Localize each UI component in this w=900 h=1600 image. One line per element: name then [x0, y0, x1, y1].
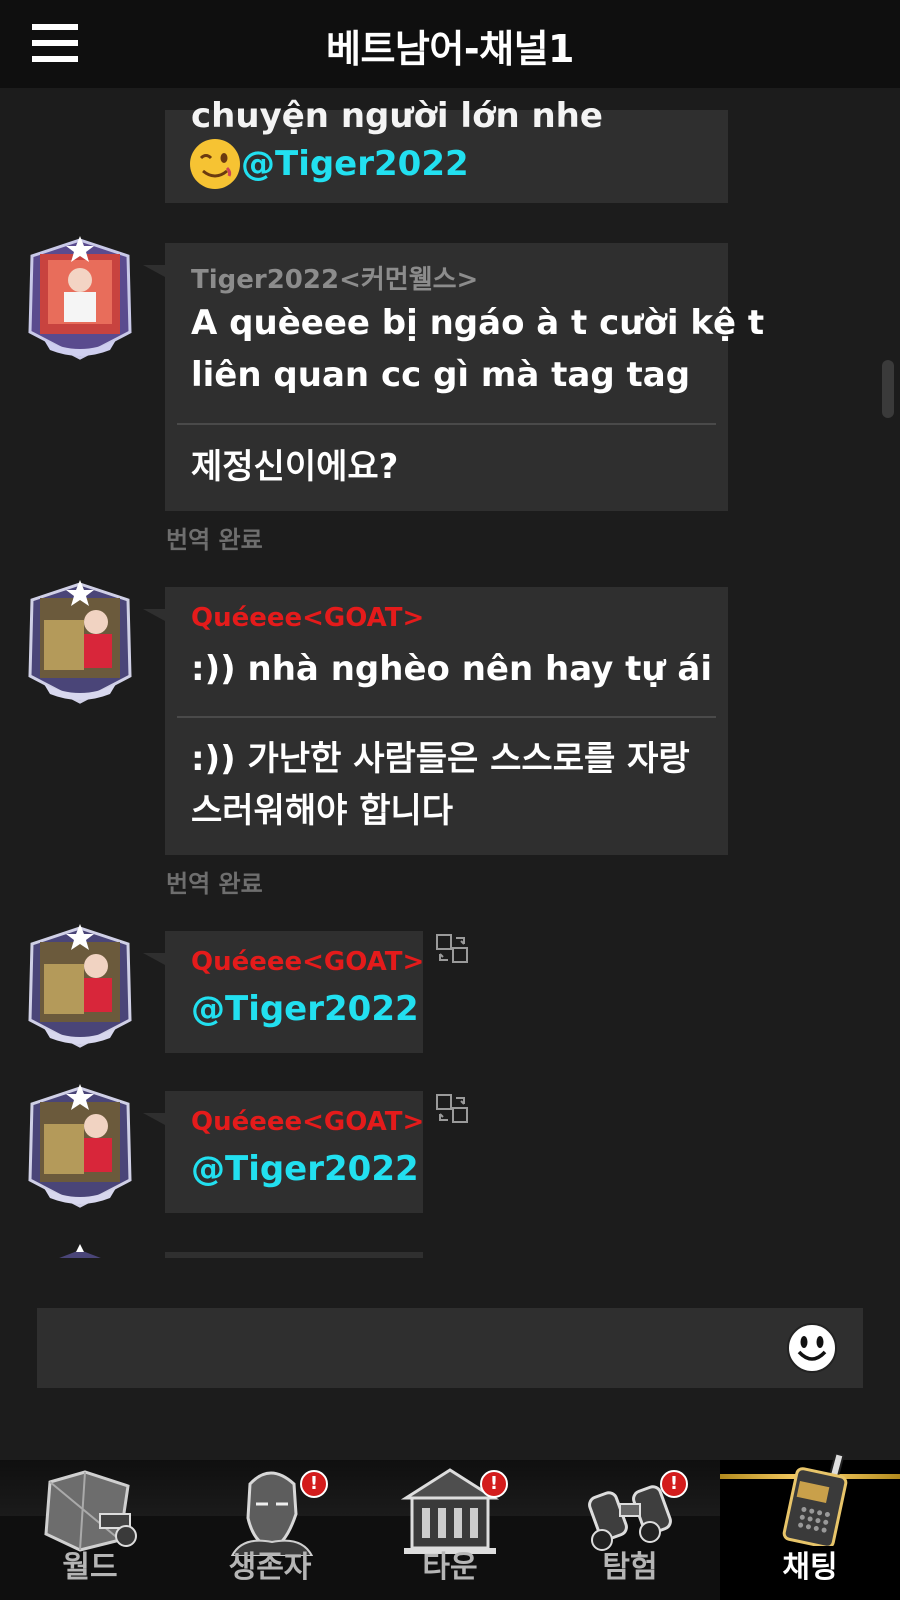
alert-badge: !	[480, 1470, 508, 1498]
sender-name[interactable]: Quéeee<GOAT>	[191, 1107, 424, 1137]
sender-name[interactable]: Quéeee<GOAT>	[191, 603, 424, 633]
translate-icon[interactable]	[436, 934, 468, 964]
translation-divider	[177, 716, 716, 718]
nav-tab-town[interactable]: ! 타운	[360, 1460, 540, 1600]
channel-title: 베트남어-채널1	[326, 27, 574, 71]
translation-status: 번역 완료	[166, 870, 263, 898]
bottom-navigation: 월드 ! 생존자 ! 타운 ! 탐험 채팅	[0, 1454, 900, 1600]
mention-link[interactable]: @Tiger2022	[241, 144, 469, 184]
nav-label: 탐험	[602, 1550, 658, 1585]
alert-badge: !	[300, 1470, 328, 1498]
user-avatar[interactable]	[24, 580, 136, 706]
user-avatar	[59, 1244, 101, 1258]
message-bubble: Quéeee<GOAT> @Tiger2022	[143, 1091, 424, 1213]
nav-label: 생존자	[228, 1550, 312, 1585]
user-avatar[interactable]	[24, 924, 136, 1050]
translation-divider	[177, 423, 716, 425]
translated-text-line: 제정신이에요?	[191, 447, 399, 487]
translated-text-line: :)) 가난한 사람들은 스스로를 자랑	[191, 739, 690, 779]
user-avatar[interactable]	[24, 236, 136, 362]
chat-input[interactable]	[37, 1308, 863, 1388]
nav-tab-explore[interactable]: ! 탐험	[540, 1460, 720, 1600]
chat-scrollbar[interactable]	[882, 360, 894, 418]
original-text-line: :)) nhà nghèo nên hay tự ái	[191, 649, 713, 689]
user-avatar[interactable]	[24, 1084, 136, 1210]
translate-icon[interactable]	[436, 1094, 468, 1124]
original-text-line: liên quan cc gì mà tag tag	[191, 355, 691, 395]
header-bar: 베트남어-채널1	[0, 0, 900, 88]
message-bubble: Quéeee<GOAT> :)) nhà nghèo nên hay tự ái…	[143, 587, 728, 855]
message-text-partial: chuyện người lớn nhe	[191, 96, 603, 136]
message-bubble: Quéeee<GOAT> @Tiger2022	[143, 931, 424, 1053]
translation-status: 번역 완료	[166, 526, 263, 554]
smiley-icon[interactable]	[786, 1322, 838, 1374]
mention-link[interactable]: @Tiger2022	[191, 983, 419, 1035]
walkie-talkie-icon	[782, 1454, 848, 1546]
winking-emoji-icon	[190, 139, 240, 189]
chat-message-list[interactable]: chuyện người lớn nhe @Tiger2022 Tiger202…	[0, 88, 900, 1258]
original-text-line: A quèeee bị ngáo à t cười kệ t	[191, 303, 765, 343]
translated-text-line: 스러워해야 합니다	[191, 791, 454, 831]
sender-name[interactable]: Tiger2022<커먼웰스>	[191, 259, 478, 296]
sender-name[interactable]: Quéeee<GOAT>	[191, 947, 424, 977]
nav-label: 월드	[62, 1550, 118, 1585]
nav-tab-chat[interactable]: 채팅	[720, 1454, 900, 1600]
message-bubble: Tiger2022<커먼웰스> A quèeee bị ngáo à t cườ…	[143, 243, 764, 511]
nav-label: 채팅	[782, 1550, 838, 1585]
nav-label: 타운	[422, 1550, 478, 1585]
nav-tab-world[interactable]: 월드	[0, 1460, 180, 1600]
mention-link[interactable]: @Tiger2022	[191, 1143, 419, 1195]
nav-tab-survivors[interactable]: ! 생존자	[180, 1460, 360, 1600]
alert-badge: !	[660, 1470, 688, 1498]
message-bubble: chuyện người lớn nhe @Tiger2022	[165, 96, 728, 203]
